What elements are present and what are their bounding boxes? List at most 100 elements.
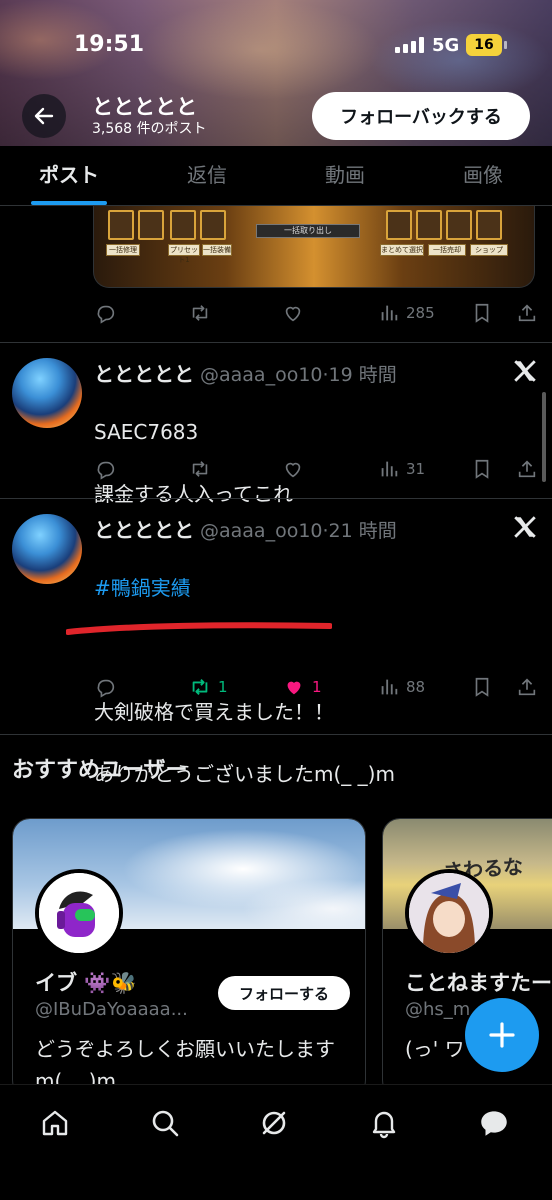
tab-posts-label: ポスト [39, 163, 99, 187]
views-count: 285 [406, 304, 435, 322]
signal-icon [395, 37, 424, 53]
views-button[interactable]: 31 [378, 458, 425, 480]
share-button[interactable] [516, 458, 538, 480]
arrow-left-icon [34, 107, 54, 125]
tab-replies[interactable]: 返信 [138, 146, 276, 205]
compose-post-button[interactable] [465, 998, 539, 1072]
bottom-navigation [0, 1084, 552, 1200]
game-item-slot [200, 210, 226, 240]
views-count: 88 [406, 678, 426, 696]
game-button: まとめて選択 [380, 244, 424, 256]
reply-button[interactable] [95, 676, 117, 698]
tweet-header: ととととと @aaaa_oo10·19 時間 [94, 358, 397, 387]
game-button: ショップ [470, 244, 508, 256]
analytics-icon [381, 305, 398, 321]
heart-icon [285, 306, 301, 322]
grok-icon [262, 1111, 286, 1135]
share-icon [518, 678, 536, 696]
repost-button[interactable] [188, 458, 212, 480]
follow-button[interactable]: フォローする [218, 976, 350, 1010]
views-button[interactable]: 88 [378, 676, 425, 698]
game-button: 一括取り出し [256, 224, 360, 238]
author-name[interactable]: ととととと [94, 518, 194, 542]
author-name[interactable]: ととととと [94, 362, 194, 386]
like-button[interactable]: 1 [282, 676, 322, 698]
nav-notifications[interactable] [364, 1103, 404, 1143]
red-underline-annotation [66, 622, 332, 635]
recommended-users-title: おすすめユーザー [12, 758, 188, 783]
tab-images[interactable]: 画像 [414, 146, 552, 205]
repost-icon [192, 305, 208, 321]
scrollbar[interactable] [542, 392, 546, 482]
user-card-name: ことねますたー [405, 971, 552, 995]
status-bar: 19:51 5G 16 [0, 30, 552, 64]
game-button: 一括修理 [106, 244, 140, 256]
divider [0, 498, 552, 499]
bookmark-icon [475, 459, 489, 479]
game-button: プリセット1 [168, 244, 200, 264]
analytics-icon [381, 679, 398, 695]
tweet-text-line: 大剣破格で買えました！！ [94, 700, 334, 724]
bell-icon [372, 1111, 396, 1139]
tab-posts[interactable]: ポスト [0, 146, 138, 205]
reply-button[interactable] [95, 458, 117, 480]
user-card-avatar[interactable] [35, 869, 123, 957]
like-count: 1 [312, 678, 322, 696]
user-card-name: イブ 👾🐝 [35, 971, 137, 995]
profile-header: 19:51 5G 16 ととととと 3,568 件のポスト フォローバックする [0, 0, 552, 146]
bookmark-button[interactable] [472, 458, 492, 480]
tweet-text-line: 課金する人入ってこれ [94, 482, 293, 506]
nav-search[interactable] [145, 1103, 185, 1143]
like-button[interactable] [282, 458, 304, 480]
game-item-slot [138, 210, 164, 240]
user-card-avatar[interactable] [405, 869, 493, 957]
follow-back-button[interactable]: フォローバックする [312, 92, 530, 140]
plus-icon [489, 1022, 515, 1048]
like-button[interactable] [282, 302, 304, 324]
tweet-header: ととととと @aaaa_oo10·21 時間 [94, 514, 397, 543]
tweet-text-line: SAEC7683 [94, 420, 199, 444]
nav-grok[interactable] [254, 1103, 294, 1143]
share-icon [518, 304, 536, 322]
analytics-icon [381, 461, 398, 477]
bookmark-icon [475, 303, 489, 323]
user-card[interactable]: イブ 👾🐝 @IBuDaYoaaaa... どうぞよろしくお願いいたしますm(_… [12, 818, 366, 1098]
repost-button[interactable]: 1 [188, 676, 228, 698]
network-label: 5G [432, 35, 460, 56]
bookmark-button[interactable] [472, 302, 492, 324]
anime-character-avatar-icon [409, 873, 489, 953]
tweet-media-image[interactable]: 一括修理 プリセット1 一括装備 一括取り出し まとめて選択 一括売却 ショップ [93, 206, 535, 288]
post-count: 3,568 件のポスト [92, 121, 207, 137]
game-button: 一括装備 [202, 244, 232, 256]
back-button[interactable] [22, 94, 66, 138]
game-item-slot [416, 210, 442, 240]
status-time: 19:51 [74, 32, 145, 57]
avatar[interactable] [12, 514, 82, 584]
nav-messages[interactable] [474, 1103, 514, 1143]
game-item-slot [108, 210, 134, 240]
hashtag-link[interactable]: #鴨鍋実績 [94, 573, 395, 604]
tab-images-label: 画像 [463, 163, 503, 187]
game-item-slot [476, 210, 502, 240]
reply-button[interactable] [95, 302, 117, 324]
share-button[interactable] [516, 676, 538, 698]
bookmark-button[interactable] [472, 676, 492, 698]
among-us-avatar-icon [39, 873, 119, 953]
tab-replies-label: 返信 [187, 163, 227, 187]
views-count: 31 [406, 460, 426, 478]
battery-icon: 16 [466, 34, 507, 56]
tab-videos[interactable]: 動画 [276, 146, 414, 205]
divider [0, 734, 552, 735]
views-button[interactable]: 285 [378, 302, 435, 324]
avatar[interactable] [12, 358, 82, 428]
nav-home[interactable] [35, 1103, 75, 1143]
repost-count: 1 [218, 678, 228, 696]
profile-tabs: ポスト 返信 動画 画像 [0, 146, 552, 206]
bookmark-icon [475, 677, 489, 697]
game-item-slot [386, 210, 412, 240]
repost-button[interactable] [188, 302, 212, 324]
tab-videos-label: 動画 [325, 163, 365, 187]
profile-name: ととととと [92, 95, 197, 119]
reply-icon [97, 305, 115, 324]
share-button[interactable] [516, 302, 538, 324]
